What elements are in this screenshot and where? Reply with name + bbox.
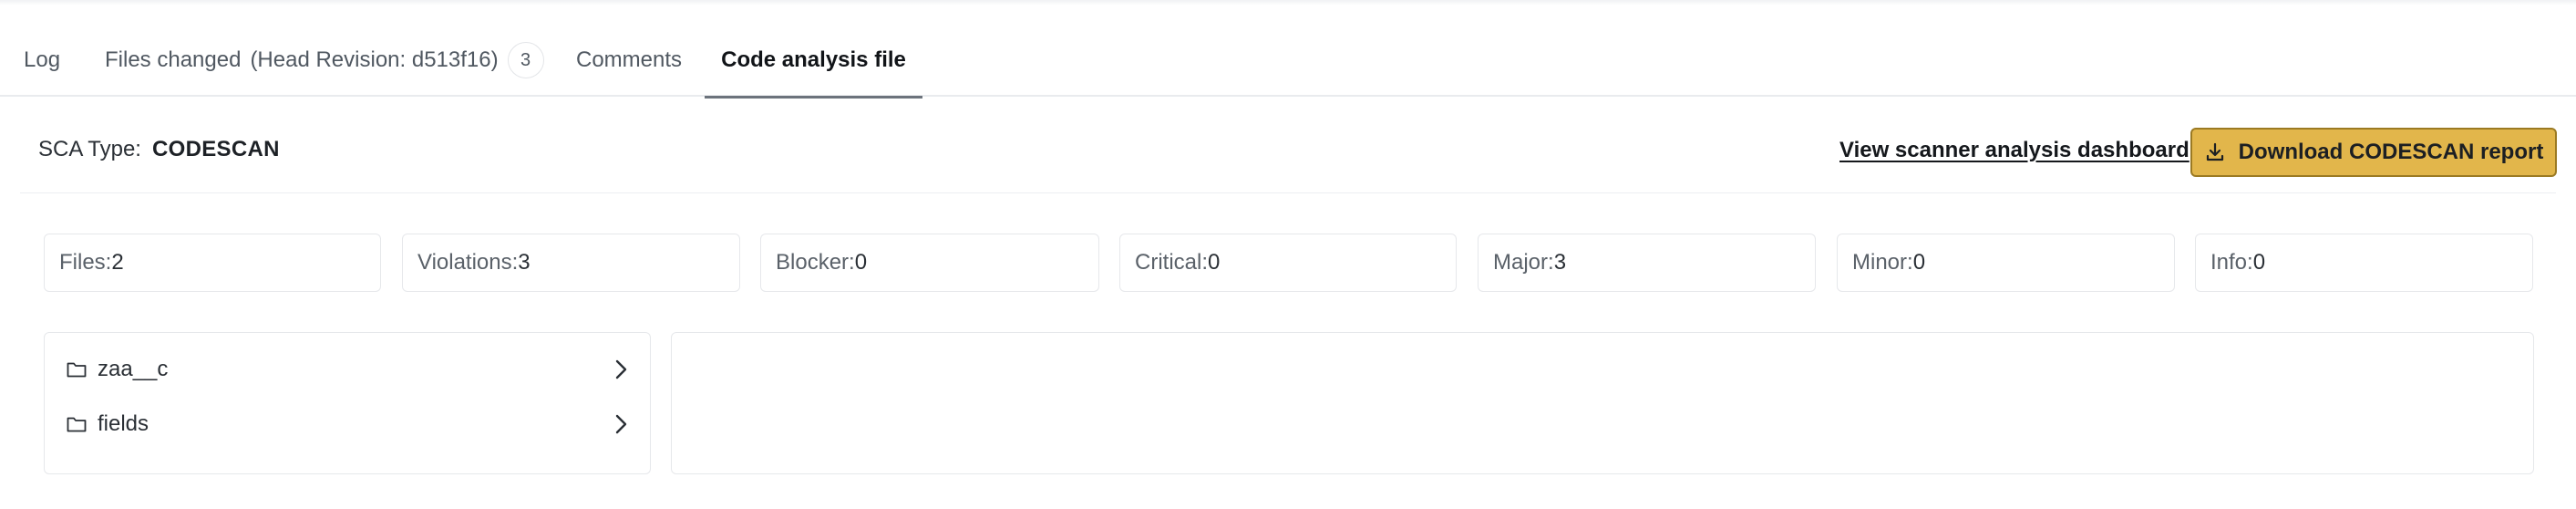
folder-icon [67, 361, 87, 378]
sca-type-label: SCA Type: [38, 137, 141, 161]
stat-files: Files: 2 [44, 234, 381, 292]
stat-minor: Minor: 0 [1837, 234, 2175, 292]
stat-info: Info: 0 [2195, 234, 2533, 292]
tree-item-label: zaa__c [98, 357, 169, 381]
stat-critical-label: Critical: [1135, 250, 1209, 275]
stat-major-label: Major: [1493, 250, 1554, 275]
stat-info-label: Info: [2210, 250, 2253, 275]
tab-bar: Log Files changed (Head Revision: d513f1… [0, 24, 2576, 99]
sca-type-value: CODESCAN [151, 137, 280, 161]
file-tree-panel: zaa__c fields [44, 332, 651, 474]
code-analysis-page: Log Files changed (Head Revision: d513f1… [0, 0, 2576, 509]
analysis-detail-panel [671, 332, 2534, 474]
stat-blocker-value: 0 [854, 250, 868, 275]
download-icon [2206, 142, 2223, 161]
tab-files-changed[interactable]: Files changed (Head Revision: d513f16) 3 [105, 24, 544, 97]
head-revision-label: (Head Revision: d513f16) [250, 47, 499, 72]
stat-major: Major: 3 [1478, 234, 1816, 292]
stat-info-value: 0 [2252, 250, 2266, 275]
tree-item-zaa-c[interactable]: zaa__c [67, 349, 632, 390]
tab-log[interactable]: Log [24, 24, 60, 97]
stat-major-value: 3 [1553, 250, 1567, 275]
view-dashboard-link[interactable]: View scanner analysis dashboard [1839, 138, 2190, 163]
stat-violations-label: Violations: [417, 250, 519, 275]
stat-files-value: 2 [111, 250, 124, 275]
chevron-right-icon[interactable] [610, 413, 632, 435]
download-report-button[interactable]: Download CODESCAN report [2190, 128, 2557, 177]
sca-type: SCA Type: CODESCAN [38, 137, 280, 162]
folder-icon [67, 416, 87, 432]
tab-files-changed-label: Files changed [105, 47, 242, 72]
tab-comments-label: Comments [576, 47, 683, 72]
stat-violations: Violations: 3 [402, 234, 740, 292]
stat-blocker-label: Blocker: [776, 250, 855, 275]
stat-violations-value: 3 [518, 250, 531, 275]
stat-files-label: Files: [59, 250, 112, 275]
top-shadow [0, 0, 2576, 5]
tree-item-fields[interactable]: fields [67, 404, 632, 444]
stat-minor-value: 0 [1912, 250, 1926, 275]
stat-minor-label: Minor: [1852, 250, 1913, 275]
files-count-badge: 3 [507, 42, 544, 78]
chevron-right-icon[interactable] [610, 358, 632, 380]
tab-code-analysis-file[interactable]: Code analysis file [705, 24, 922, 99]
stat-critical: Critical: 0 [1119, 234, 1457, 292]
tab-comments[interactable]: Comments [576, 24, 682, 97]
sca-header: SCA Type: CODESCAN View scanner analysis … [20, 117, 2557, 193]
tree-item-label: fields [98, 411, 149, 436]
stat-critical-value: 0 [1208, 250, 1221, 275]
stat-blocker: Blocker: 0 [760, 234, 1099, 292]
tab-log-label: Log [24, 47, 61, 72]
download-button-label: Download CODESCAN report [2238, 140, 2544, 164]
tab-code-analysis-label: Code analysis file [721, 47, 906, 72]
